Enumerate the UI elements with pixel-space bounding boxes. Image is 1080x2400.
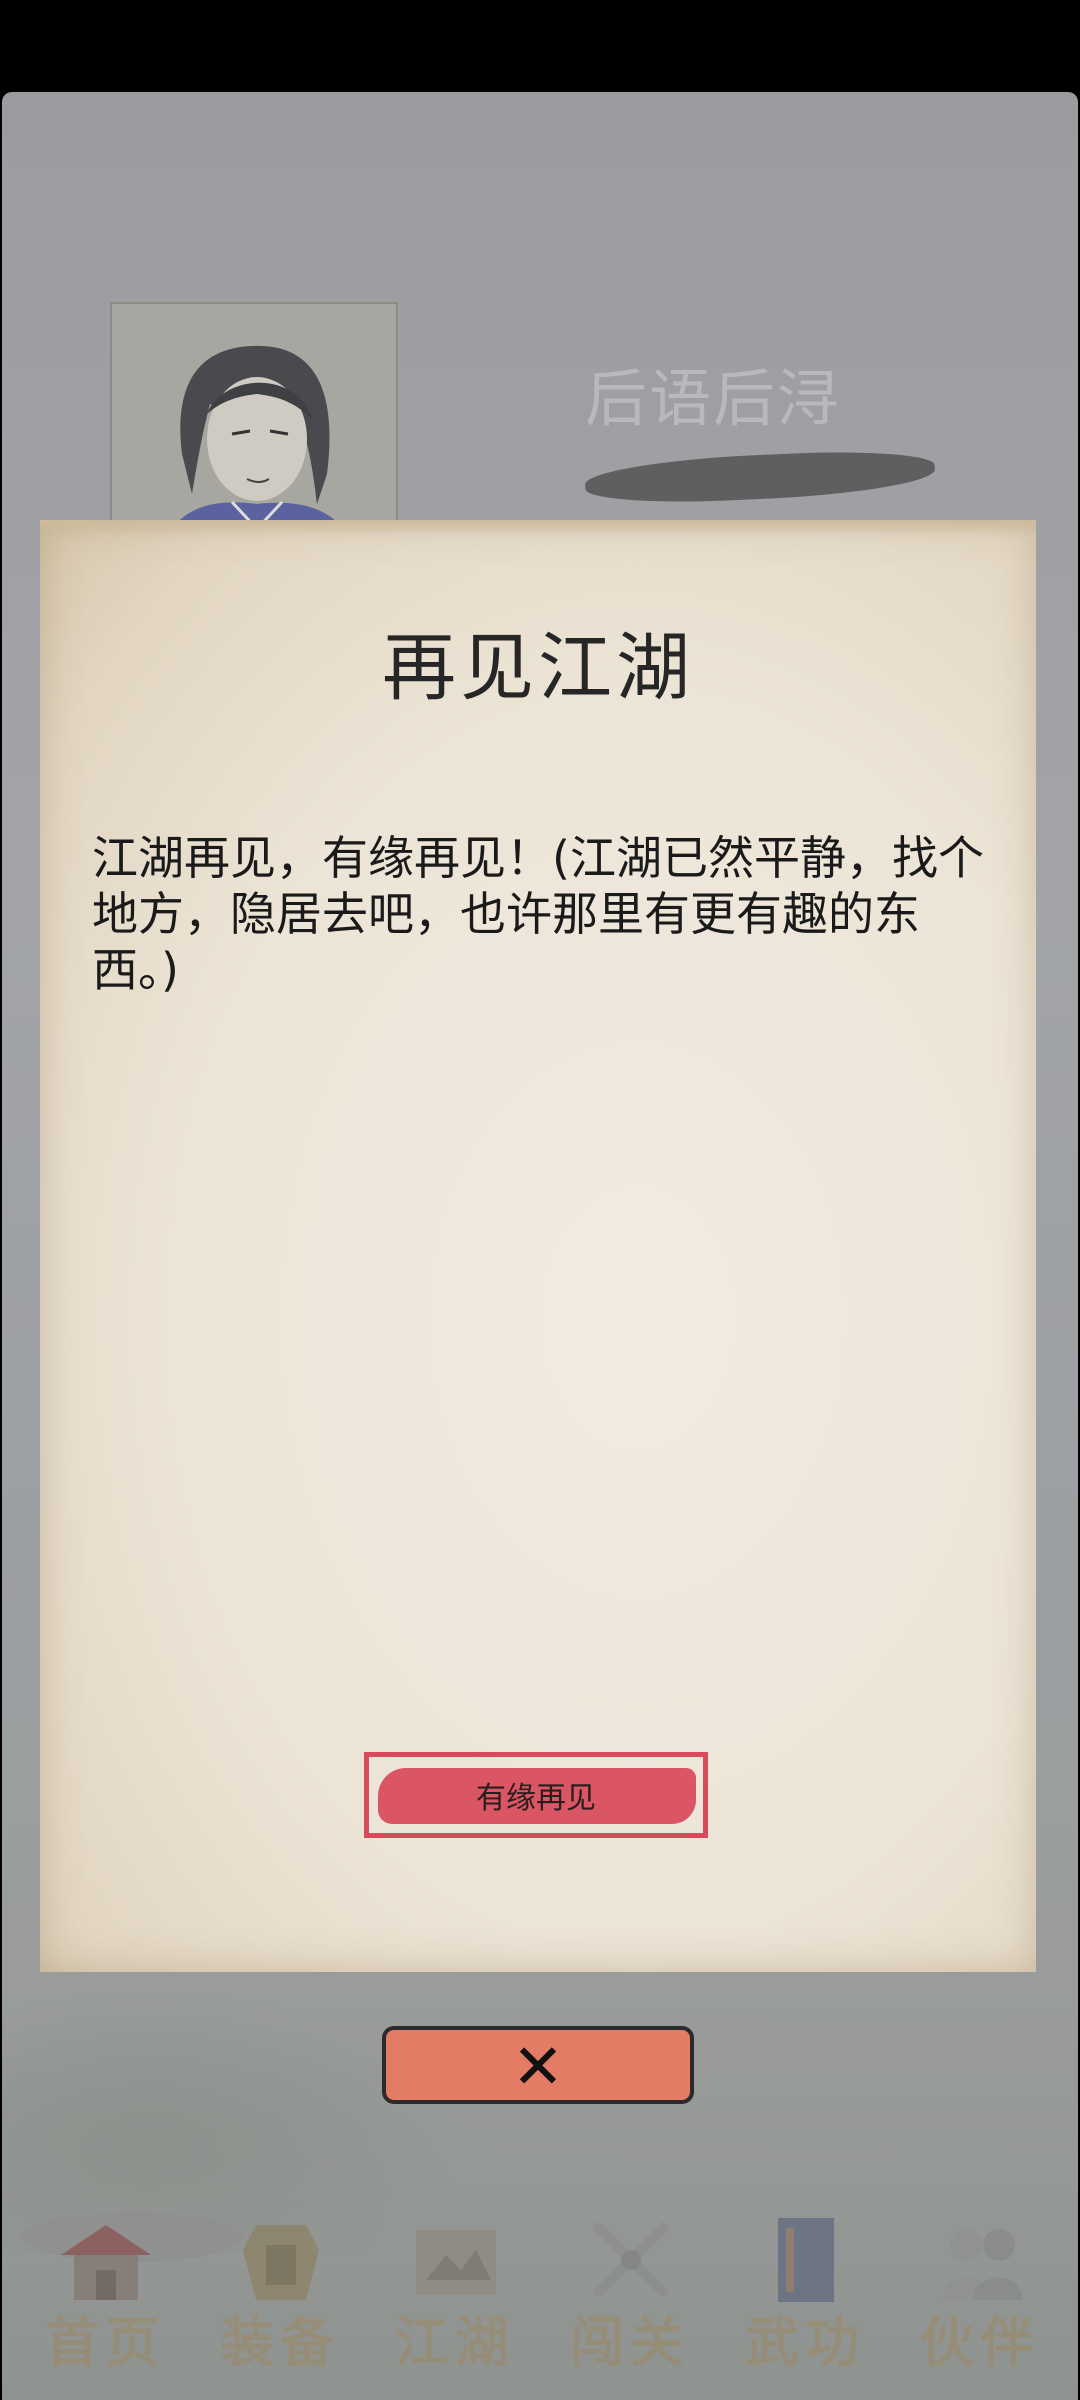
nav-label-challenge: 闯关 xyxy=(570,2310,690,2374)
confirm-button-label: 有缘再见 xyxy=(476,1781,596,1816)
companions-icon xyxy=(941,2229,1023,2300)
scroll-map-icon xyxy=(416,2230,496,2295)
character-portrait xyxy=(110,302,398,546)
nav-item-home[interactable]: 首页 xyxy=(20,2190,190,2390)
background-title: 后语后浔 xyxy=(585,362,842,435)
nav-item-challenge[interactable]: 闯关 xyxy=(545,2190,715,2390)
home-icon xyxy=(61,2225,151,2300)
nav-item-companions[interactable]: 伙伴 xyxy=(895,2190,1065,2390)
close-button[interactable]: ✕ xyxy=(382,2026,694,2104)
close-x-icon: ✕ xyxy=(512,2030,564,2103)
farewell-confirm-button[interactable]: 有缘再见 xyxy=(364,1752,708,1838)
nav-label-jianghu: 江湖 xyxy=(395,2310,515,2374)
nav-item-equipment[interactable]: 装备 xyxy=(195,2190,365,2390)
bottom-navigation: 首页 装备 江湖 闯关 武功 伙伴 xyxy=(0,2190,1080,2400)
martial-book-icon xyxy=(778,2218,834,2302)
nav-label-martial-arts: 武功 xyxy=(745,2310,865,2374)
farewell-dialog: 再见江湖 江湖再见，有缘再见！(江湖已然平静，找个地方，隐居去吧，也许那里有更有… xyxy=(40,520,1036,1972)
nav-label-companions: 伙伴 xyxy=(920,2310,1040,2374)
armor-icon xyxy=(243,2225,319,2300)
nav-label-home: 首页 xyxy=(45,2310,165,2374)
nav-item-jianghu[interactable]: 江湖 xyxy=(370,2190,540,2390)
nav-item-martial-arts[interactable]: 武功 xyxy=(720,2190,890,2390)
dialog-message: 江湖再见，有缘再见！(江湖已然平静，找个地方，隐居去吧，也许那里有更有趣的东西。… xyxy=(92,831,984,997)
dialog-title: 再见江湖 xyxy=(382,625,694,711)
nav-label-equipment: 装备 xyxy=(220,2310,340,2374)
crossed-swords-icon xyxy=(592,2221,670,2299)
status-bar xyxy=(0,0,1080,92)
